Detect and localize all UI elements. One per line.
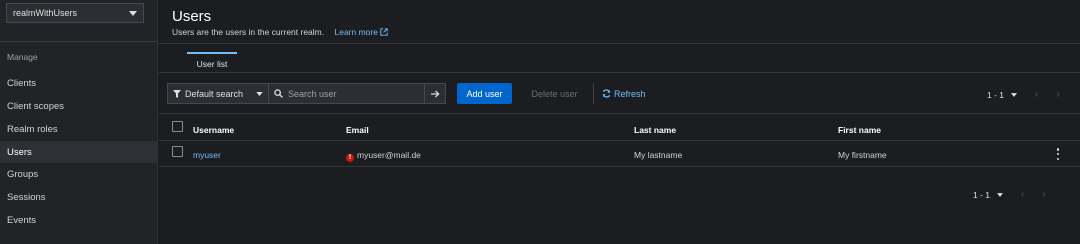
- search-icon: [274, 89, 283, 98]
- caret-down-icon[interactable]: [1011, 92, 1018, 97]
- tabs-divider: [159, 72, 1080, 73]
- email-value: myuser@mail.de: [357, 150, 421, 160]
- refresh-icon: [602, 89, 611, 98]
- caret-down-icon: [129, 10, 137, 16]
- last-name-cell: My lastname: [634, 150, 683, 160]
- caret-down-icon: [256, 91, 263, 96]
- nav-item-label: Groups: [7, 168, 39, 180]
- nav-item-label: Clients: [7, 77, 37, 89]
- nav-item-label: Client scopes: [7, 100, 65, 112]
- column-header-username[interactable]: Username: [193, 125, 234, 135]
- column-header-last-name[interactable]: Last name: [634, 125, 676, 135]
- nav-item-clients[interactable]: Clients: [0, 72, 158, 94]
- first-name-cell: My firstname: [838, 150, 887, 160]
- page-title: Users: [172, 8, 212, 25]
- search-type-dropdown[interactable]: Default search: [167, 83, 269, 104]
- row-checkbox[interactable]: [172, 146, 183, 157]
- filter-icon: [173, 89, 181, 98]
- table-header-border: [159, 140, 1080, 141]
- nav-item-users[interactable]: Users: [0, 141, 158, 163]
- exclamation-circle-icon: !: [346, 154, 354, 162]
- column-header-email[interactable]: Email: [346, 125, 369, 135]
- next-page-button[interactable]: ›: [1056, 89, 1059, 100]
- table-top-border: [159, 113, 1080, 114]
- previous-page-button[interactable]: ‹: [1021, 189, 1024, 200]
- nav-item-label: Events: [7, 214, 37, 226]
- header-divider: [159, 43, 1080, 44]
- search-input[interactable]: [288, 88, 408, 99]
- tab-label: User list: [196, 58, 228, 69]
- refresh-label: Refresh: [614, 88, 646, 99]
- nav-item-client-scopes[interactable]: Client scopes: [0, 95, 158, 117]
- sidebar: realmWithUsers Manage Clients Client sco…: [0, 0, 158, 244]
- column-header-first-name[interactable]: First name: [838, 125, 881, 135]
- select-all-checkbox[interactable]: [172, 121, 183, 132]
- description-text: Users are the users in the current realm…: [172, 27, 325, 37]
- page-description: Users are the users in the current realm…: [172, 27, 388, 37]
- email-cell: ! myuser@mail.de: [346, 150, 421, 162]
- main-content: Users Users are the users in the current…: [159, 0, 1080, 244]
- search-type-label: Default search: [185, 88, 244, 99]
- toolbar-separator: [593, 83, 594, 104]
- username-link[interactable]: myuser: [193, 150, 221, 160]
- kebab-icon[interactable]: [1055, 148, 1061, 160]
- nav-item-label: Users: [7, 146, 32, 158]
- search-submit-button[interactable]: [425, 83, 446, 104]
- nav-item-events[interactable]: Events: [0, 209, 158, 231]
- nav-item-sessions[interactable]: Sessions: [0, 186, 158, 208]
- nav-item-realm-roles[interactable]: Realm roles: [0, 118, 158, 140]
- arrow-right-icon: [430, 89, 439, 98]
- refresh-button[interactable]: Refresh: [602, 89, 646, 99]
- learn-more-link[interactable]: Learn more: [335, 27, 388, 37]
- search-field[interactable]: [269, 83, 425, 104]
- nav-item-label: Sessions: [7, 191, 46, 203]
- realm-name: realmWithUsers: [13, 8, 78, 18]
- nav-section-label: Manage: [7, 52, 38, 62]
- previous-page-button[interactable]: ‹: [1035, 89, 1038, 100]
- realm-selector[interactable]: realmWithUsers: [6, 3, 144, 23]
- tab-user-list[interactable]: User list: [187, 52, 237, 73]
- nav-item-label: Realm roles: [7, 123, 58, 135]
- nav-item-groups[interactable]: Groups: [0, 163, 158, 185]
- next-page-button[interactable]: ›: [1042, 189, 1045, 200]
- learn-more-label: Learn more: [334, 27, 378, 37]
- external-link-icon: [380, 28, 388, 36]
- caret-down-icon[interactable]: [997, 192, 1004, 197]
- delete-user-button[interactable]: Delete user: [522, 83, 587, 104]
- pagination-bottom: 1 - 1 ‹ ›: [973, 189, 1046, 200]
- pagination-range[interactable]: 1 - 1: [987, 90, 1004, 100]
- sidebar-divider: [0, 41, 158, 42]
- table-row-border: [159, 166, 1080, 167]
- add-user-button[interactable]: Add user: [457, 83, 512, 104]
- toolbar: Default search Add user Delete user Refr…: [167, 83, 646, 104]
- pagination-range[interactable]: 1 - 1: [973, 190, 990, 200]
- pagination-top: 1 - 1 ‹ ›: [987, 89, 1060, 100]
